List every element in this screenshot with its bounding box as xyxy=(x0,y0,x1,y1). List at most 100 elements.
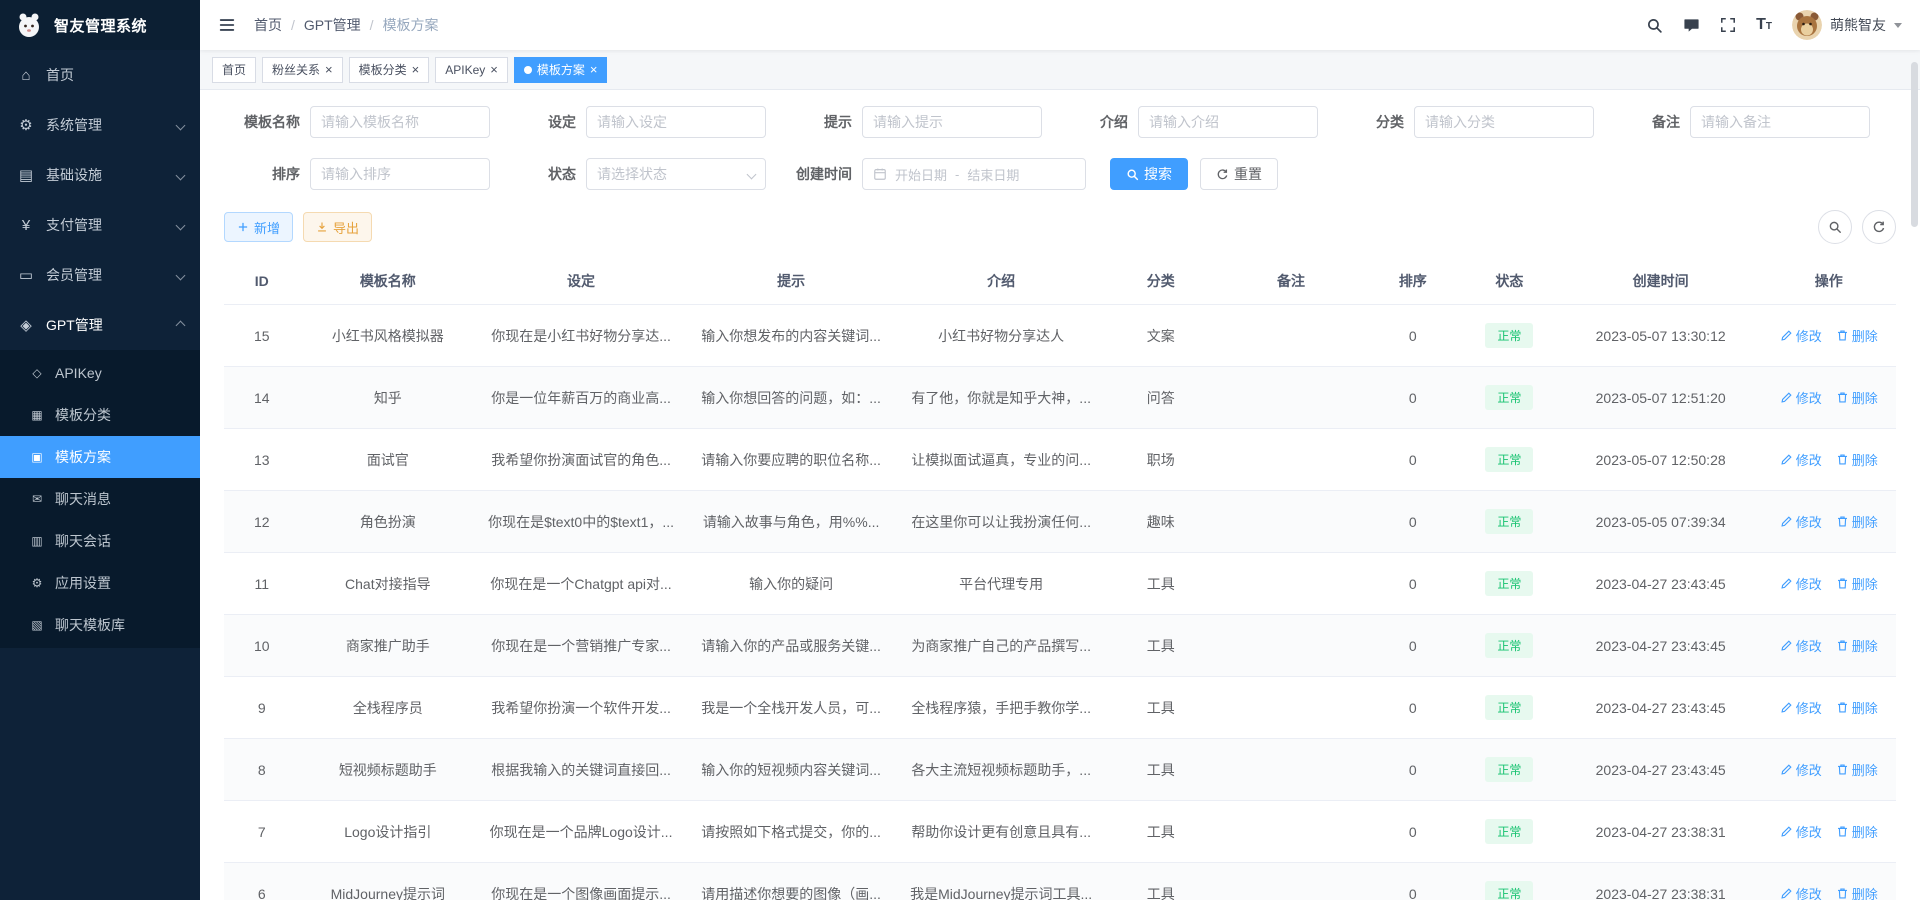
search-icon[interactable] xyxy=(1646,17,1663,34)
cell-category: 职场 xyxy=(1106,429,1215,491)
tab-fan-relation[interactable]: 粉丝关系× xyxy=(262,57,343,83)
edit-link[interactable]: 修改 xyxy=(1780,450,1822,469)
cell-id: 12 xyxy=(224,491,300,553)
sidebar-item-template-plan[interactable]: ▣模板方案 xyxy=(0,436,200,478)
column-header: 创建时间 xyxy=(1560,258,1762,305)
start-date-placeholder: 开始日期 xyxy=(895,165,947,184)
sidebar-item-app-settings[interactable]: ⚙应用设置 xyxy=(0,562,200,604)
edit-link[interactable]: 修改 xyxy=(1780,698,1822,717)
status-badge: 正常 xyxy=(1485,819,1533,844)
toggle-search-button[interactable] xyxy=(1818,210,1852,244)
sidebar-toggle-icon[interactable] xyxy=(218,16,236,34)
delete-link[interactable]: 删除 xyxy=(1836,450,1878,469)
column-header: 提示 xyxy=(686,258,896,305)
delete-icon xyxy=(1836,639,1849,652)
message-icon[interactable] xyxy=(1683,17,1700,34)
edit-link[interactable]: 修改 xyxy=(1780,574,1822,593)
cell-remark xyxy=(1215,553,1366,615)
sidebar-item-infrastructure[interactable]: ▤基础设施 xyxy=(0,150,200,200)
close-icon[interactable]: × xyxy=(590,63,598,76)
delete-link[interactable]: 删除 xyxy=(1836,760,1878,779)
chevron-up-icon xyxy=(176,320,186,330)
chevron-down-icon xyxy=(747,169,757,179)
table-header-row: ID模板名称设定提示介绍分类备注排序状态创建时间操作 xyxy=(224,258,1896,305)
filter-setting-input[interactable] xyxy=(586,106,766,138)
delete-link[interactable]: 删除 xyxy=(1836,388,1878,407)
cell-status: 正常 xyxy=(1459,305,1560,367)
filter-prompt-input[interactable] xyxy=(862,106,1042,138)
add-button[interactable]: 新增 xyxy=(224,212,293,242)
scrollbar-thumb[interactable] xyxy=(1911,62,1918,227)
filter-template-name-input[interactable] xyxy=(310,106,490,138)
sort-filter-input[interactable] xyxy=(310,158,490,190)
filter-category-input[interactable] xyxy=(1414,106,1594,138)
sidebar-item-chat-message[interactable]: ✉聊天消息 xyxy=(0,478,200,520)
delete-link[interactable]: 删除 xyxy=(1836,698,1878,717)
filter-remark-input[interactable] xyxy=(1690,106,1870,138)
tab-home[interactable]: 首页 xyxy=(212,57,256,83)
sidebar-item-member[interactable]: ▭会员管理 xyxy=(0,250,200,300)
edit-link[interactable]: 修改 xyxy=(1780,388,1822,407)
tags-bar: 首页粉丝关系×模板分类×APIKey×模板方案× xyxy=(200,50,1920,90)
font-size-icon[interactable]: TT xyxy=(1756,17,1772,33)
edit-link[interactable]: 修改 xyxy=(1780,884,1822,900)
created-filter: 创建时间 开始日期 - 结束日期 xyxy=(776,158,1086,190)
cell-category: 问答 xyxy=(1106,367,1215,429)
created-date-range[interactable]: 开始日期 - 结束日期 xyxy=(862,158,1086,190)
close-icon[interactable]: × xyxy=(412,63,420,76)
edit-link[interactable]: 修改 xyxy=(1780,512,1822,531)
sidebar-item-chat-template-lib[interactable]: ▧聊天模板库 xyxy=(0,604,200,646)
sidebar-item-gpt[interactable]: ◈GPT管理 xyxy=(0,300,200,350)
breadcrumb-item[interactable]: 首页 xyxy=(254,15,282,35)
delete-link[interactable]: 删除 xyxy=(1836,822,1878,841)
close-icon[interactable]: × xyxy=(325,63,333,76)
export-button[interactable]: 导出 xyxy=(303,212,372,242)
refresh-table-button[interactable] xyxy=(1862,210,1896,244)
tab-template-category[interactable]: 模板分类× xyxy=(349,57,430,83)
app-logo: 智友管理系统 xyxy=(0,0,200,50)
breadcrumb-item: 模板方案 xyxy=(383,15,439,35)
sidebar-item-template-category[interactable]: ▦模板分类 xyxy=(0,394,200,436)
sidebar-item-home[interactable]: ⌂首页 xyxy=(0,50,200,100)
column-header: 状态 xyxy=(1459,258,1560,305)
filter-intro-input[interactable] xyxy=(1138,106,1318,138)
sidebar-item-system[interactable]: ⚙系统管理 xyxy=(0,100,200,150)
status-filter-select[interactable]: 请选择状态 xyxy=(586,158,766,190)
cell-name: Logo设计指引 xyxy=(300,801,476,863)
cell-name: MidJourney提示词 xyxy=(300,863,476,900)
delete-link[interactable]: 删除 xyxy=(1836,574,1878,593)
delete-icon xyxy=(1836,515,1849,528)
monitor-icon: ▤ xyxy=(16,166,36,184)
close-icon[interactable]: × xyxy=(490,63,498,76)
user-menu[interactable]: 萌熊智友 xyxy=(1792,10,1902,40)
search-icon xyxy=(1126,168,1139,181)
cell-status: 正常 xyxy=(1459,615,1560,677)
delete-link[interactable]: 删除 xyxy=(1836,512,1878,531)
delete-link[interactable]: 删除 xyxy=(1836,636,1878,655)
edit-link[interactable]: 修改 xyxy=(1780,326,1822,345)
delete-link[interactable]: 删除 xyxy=(1836,884,1878,900)
sidebar-item-apikey[interactable]: ◇APIKey xyxy=(0,352,200,394)
sidebar-item-payment[interactable]: ¥支付管理 xyxy=(0,200,200,250)
edit-link[interactable]: 修改 xyxy=(1780,822,1822,841)
cell-intro: 小红书好物分享达人 xyxy=(896,305,1106,367)
cell-category: 工具 xyxy=(1106,677,1215,739)
filter-template-name-label: 模板名称 xyxy=(224,112,310,132)
cell-sort: 0 xyxy=(1367,429,1459,491)
edit-link[interactable]: 修改 xyxy=(1780,760,1822,779)
edit-link[interactable]: 修改 xyxy=(1780,636,1822,655)
sidebar-item-chat-session[interactable]: ▥聊天会话 xyxy=(0,520,200,562)
cell-sort: 0 xyxy=(1367,801,1459,863)
column-header: 分类 xyxy=(1106,258,1215,305)
search-button[interactable]: 搜索 xyxy=(1110,158,1188,190)
cell-actions: 修改删除 xyxy=(1761,367,1896,429)
tab-apikey[interactable]: APIKey× xyxy=(435,57,508,83)
delete-link[interactable]: 删除 xyxy=(1836,326,1878,345)
tab-template-plan[interactable]: 模板方案× xyxy=(514,57,608,83)
reset-button[interactable]: 重置 xyxy=(1200,158,1278,190)
cell-setting: 你现在是一个品牌Logo设计... xyxy=(476,801,686,863)
breadcrumb-item[interactable]: GPT管理 xyxy=(304,15,361,35)
chart-icon: ▥ xyxy=(28,534,46,548)
fullscreen-icon[interactable] xyxy=(1720,17,1736,33)
sidebar: 智友管理系统 ⌂首页⚙系统管理▤基础设施¥支付管理▭会员管理◈GPT管理◇API… xyxy=(0,0,200,900)
